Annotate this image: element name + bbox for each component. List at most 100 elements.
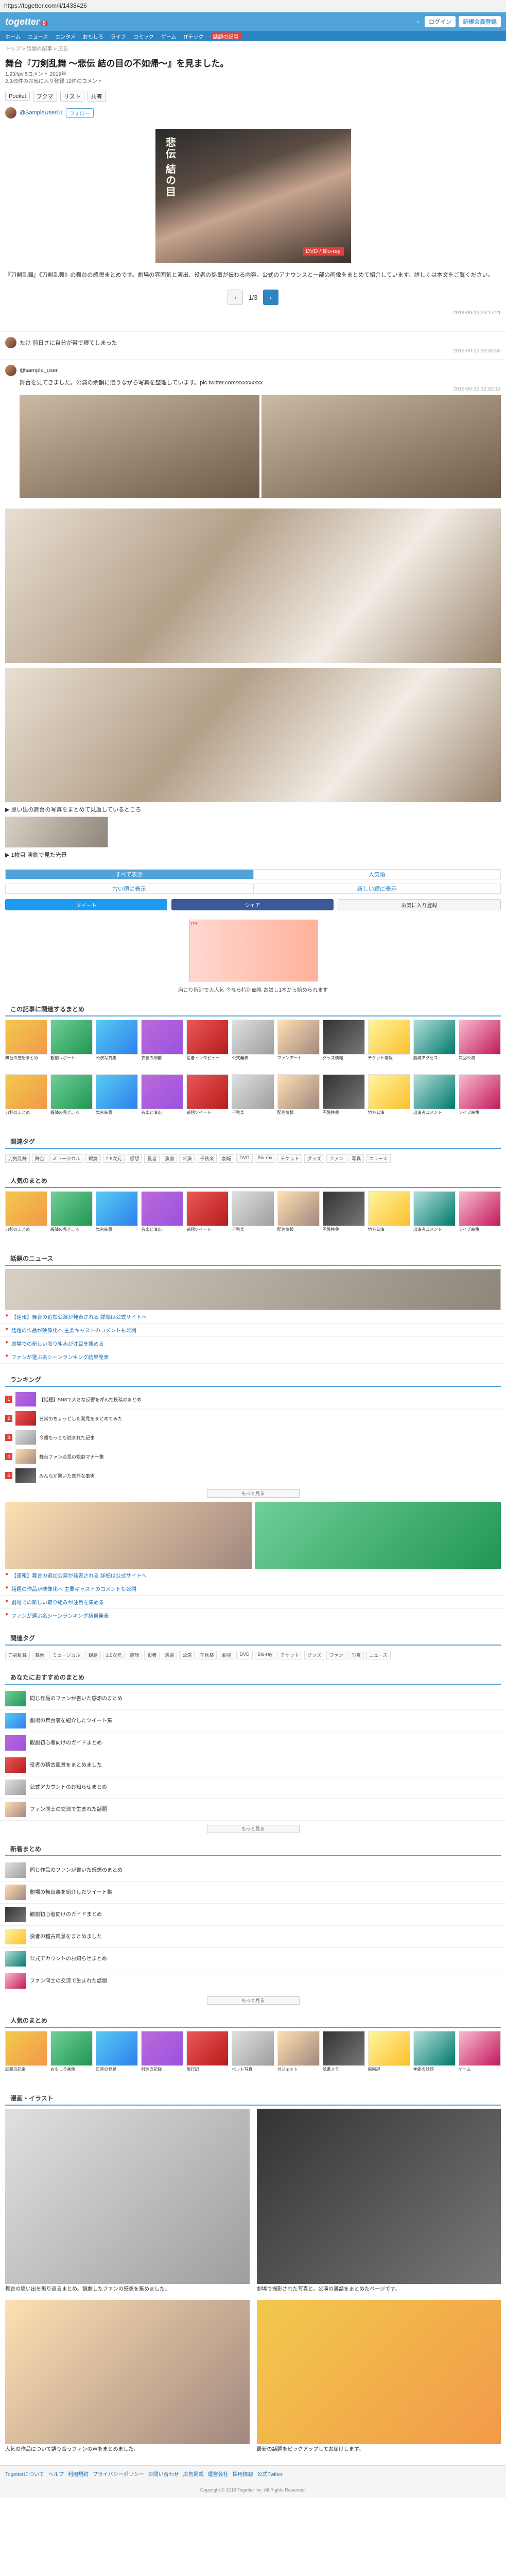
ranking-thumbnail[interactable] <box>15 1449 36 1464</box>
list-item[interactable]: ファン同士の交流で生まれた話題 <box>0 1970 506 1992</box>
grid-item[interactable]: 舞台装置 <box>96 1191 138 1243</box>
tweet-image-large[interactable] <box>5 509 501 663</box>
grid-item[interactable]: ゲーム <box>458 2031 501 2082</box>
prev-page-button[interactable]: ‹ <box>228 290 243 305</box>
list-item[interactable]: 公式アカウントのお知らせまとめ <box>0 1776 506 1799</box>
footer-link[interactable]: 広告掲載 <box>183 2471 204 2479</box>
grid-thumbnail[interactable] <box>277 1191 320 1226</box>
tag-item[interactable]: グッズ <box>304 1651 325 1659</box>
tag-item[interactable]: 刀剣乱舞 <box>5 1154 30 1163</box>
news-item[interactable]: ● 劇場での新しい取り組みが注目を集める <box>0 1337 506 1350</box>
grid-thumbnail[interactable] <box>413 1020 456 1055</box>
follow-button[interactable]: フォロー <box>65 108 94 118</box>
grid-thumbnail[interactable] <box>368 1191 410 1226</box>
grid-item[interactable]: 観劇レポート <box>50 1020 93 1071</box>
news-banner[interactable] <box>5 1269 501 1310</box>
nav-item[interactable]: エンタメ <box>55 32 76 40</box>
tag-item[interactable]: 劇場 <box>219 1154 235 1163</box>
grid-item[interactable]: 配信情報 <box>277 1191 320 1243</box>
bookmark-button[interactable]: ブクマ <box>32 91 57 102</box>
grid-item[interactable]: ライブ映像 <box>458 1074 501 1126</box>
grid-thumbnail[interactable] <box>50 1020 93 1055</box>
tag-item[interactable]: 舞台 <box>32 1651 48 1659</box>
list-thumbnail[interactable] <box>5 1780 26 1795</box>
tag-item[interactable]: ファン <box>326 1651 347 1659</box>
card-image[interactable] <box>256 2300 501 2444</box>
nav-item[interactable]: ITテック <box>184 32 204 40</box>
grid-item[interactable]: 音楽と演出 <box>141 1074 184 1126</box>
tag-item[interactable]: ファン <box>326 1154 347 1163</box>
breadcrumb[interactable]: トップ > 話題の記事 > 広告 <box>0 41 506 55</box>
grid-item[interactable]: ペット写真 <box>232 2031 274 2082</box>
tag-item[interactable]: 公演 <box>179 1651 195 1659</box>
grid-thumbnail[interactable] <box>50 1074 93 1109</box>
grid-item[interactable]: 料理の記録 <box>141 2031 184 2082</box>
news-item[interactable]: ● 劇場での新しい取り組みが注目を集める <box>0 1596 506 1609</box>
grid-thumbnail[interactable] <box>322 1020 365 1055</box>
site-logo[interactable]: togetter β <box>5 16 48 27</box>
favorite-button[interactable]: お気に入り登録 <box>338 899 501 910</box>
tag-item[interactable]: 千秋楽 <box>197 1651 217 1659</box>
news-item[interactable]: ● 【速報】舞台の追加公演が発表される 詳細は公式サイトへ <box>0 1310 506 1324</box>
grid-item[interactable]: 地方公演 <box>368 1074 410 1126</box>
card-image[interactable] <box>256 2109 501 2284</box>
grid-item[interactable]: 出演者コメント <box>413 1074 456 1126</box>
next-page-button[interactable]: › <box>263 290 278 305</box>
footer-link[interactable]: 採用情報 <box>233 2471 253 2479</box>
list-thumbnail[interactable] <box>5 1713 26 1728</box>
grid-item[interactable]: 話題の記事 <box>5 2031 48 2082</box>
featured-image[interactable] <box>254 1502 501 1569</box>
tag-item[interactable]: 刀剣乱舞 <box>5 1651 30 1659</box>
grid-item[interactable]: 刀剣のまとめ <box>5 1191 48 1243</box>
nav-item[interactable]: ゲーム <box>161 32 177 40</box>
list-thumbnail[interactable] <box>5 1802 26 1817</box>
grid-thumbnail[interactable] <box>96 1074 138 1109</box>
login-button[interactable]: ログイン <box>425 16 456 27</box>
grid-thumbnail[interactable] <box>141 1020 184 1055</box>
grid-thumbnail[interactable] <box>458 1074 501 1109</box>
grid-thumbnail[interactable] <box>5 1020 48 1055</box>
more-button[interactable]: もっと見る <box>206 1996 300 2005</box>
list-item[interactable]: 役者の稽古風景をまとめました <box>0 1926 506 1948</box>
tag-item[interactable]: 舞台 <box>32 1154 48 1163</box>
tag-item[interactable]: 感想 <box>127 1154 143 1163</box>
list-thumbnail[interactable] <box>5 1973 26 1989</box>
grid-item[interactable]: 次回公演 <box>458 1020 501 1071</box>
share-button[interactable]: 共有 <box>87 91 106 102</box>
tag-item[interactable]: チケット <box>277 1651 303 1659</box>
grid-item[interactable]: 千秋楽 <box>232 1074 274 1126</box>
grid-item[interactable]: 千秋楽 <box>232 1191 274 1243</box>
card-caption[interactable]: 舞台の思い出を振り返るまとめ。観劇したファンの感想を集めました。 <box>5 2284 250 2295</box>
grid-thumbnail[interactable] <box>232 2031 274 2066</box>
list-item[interactable]: 同じ作品のファンが書いた感想のまとめ <box>0 1859 506 1882</box>
card-caption[interactable]: 人気の作品について語り合うファンの声をまとめました。 <box>5 2444 250 2455</box>
tag-item[interactable]: ミュージカル <box>49 1154 83 1163</box>
footer-link[interactable]: 利用規約 <box>68 2471 89 2479</box>
grid-item[interactable]: 公式発表 <box>232 1020 274 1071</box>
ranking-item[interactable]: 4 舞台ファン必見の観劇マナー集 <box>0 1447 506 1466</box>
list-item[interactable]: 劇場の舞台裏を紹介したツイート集 <box>0 1882 506 1904</box>
tag-item[interactable]: チケット <box>277 1154 303 1163</box>
list-item[interactable]: 観劇初心者向けのガイドまとめ <box>0 1904 506 1926</box>
tag-item[interactable]: ミュージカル <box>49 1651 83 1659</box>
grid-item[interactable]: 地方公演 <box>368 1191 410 1243</box>
tweet-handle[interactable]: @sample_user <box>20 367 58 374</box>
grid-item[interactable]: ガジェット <box>277 2031 320 2082</box>
grid-item[interactable]: ファンアート <box>277 1020 320 1071</box>
author-link[interactable]: @SampleUser01 <box>20 110 63 116</box>
grid-item[interactable]: 衣装の細部 <box>141 1020 184 1071</box>
list-thumbnail[interactable] <box>5 1735 26 1751</box>
footer-link[interactable]: 公式Twitter <box>257 2471 283 2479</box>
card-caption[interactable]: 劇場で撮影された写真と、公演の裏話をまとめたページです。 <box>257 2284 501 2295</box>
ranking-thumbnail[interactable] <box>15 1430 36 1445</box>
grid-item[interactable]: チケット情報 <box>368 1020 410 1071</box>
ranking-item[interactable]: 2 日常のちょっとした発見をまとめてみた <box>0 1409 506 1428</box>
grid-thumbnail[interactable] <box>50 2031 93 2066</box>
news-item[interactable]: ● 話題の作品が映像化へ 主要キャストのコメントも公開 <box>0 1582 506 1596</box>
grid-item[interactable]: 円盤特典 <box>322 1074 365 1126</box>
grid-item[interactable]: 感想ツイート <box>186 1191 229 1243</box>
tag-item[interactable]: 写真 <box>348 1651 364 1659</box>
tag-item[interactable]: Blu-ray <box>254 1651 276 1659</box>
footer-link[interactable]: 運営会社 <box>208 2471 229 2479</box>
grid-thumbnail[interactable] <box>458 1020 501 1055</box>
